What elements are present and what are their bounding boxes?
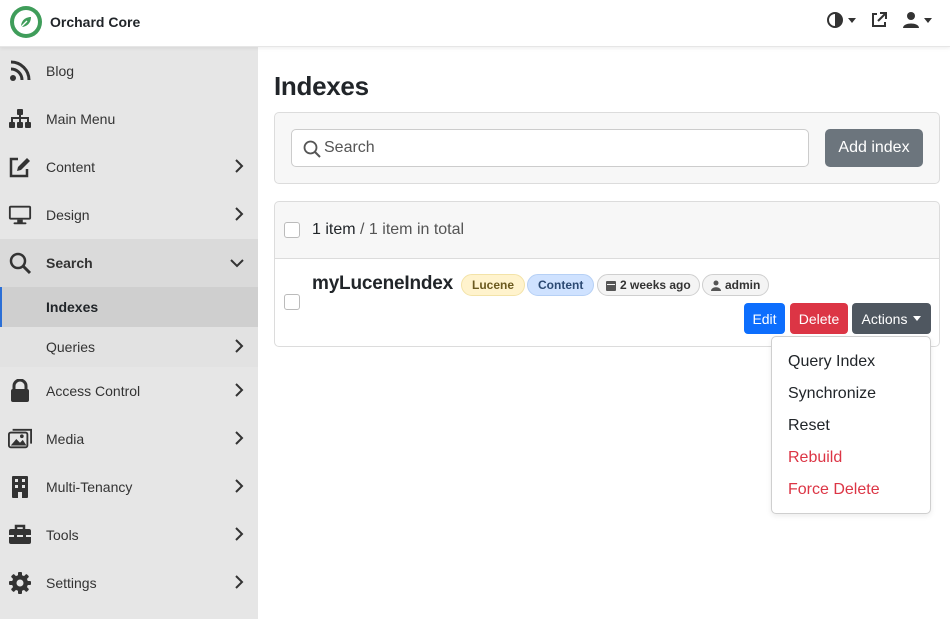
monitor-icon	[8, 203, 32, 227]
sidebar-item-queries[interactable]: Queries	[0, 327, 258, 367]
sidebar-item-label: Search	[46, 255, 93, 271]
sidebar-item-search[interactable]: Search	[0, 239, 258, 287]
menu-item-force-delete[interactable]: Force Delete	[772, 474, 930, 506]
rss-icon	[8, 59, 32, 83]
search-field[interactable]	[291, 129, 809, 167]
item-count: 1 item	[312, 221, 356, 238]
sidebar-item-settings[interactable]: Settings	[0, 559, 258, 607]
chevron-down-icon	[924, 17, 932, 23]
user-icon	[711, 280, 721, 291]
provider-badge: Lucene	[461, 274, 526, 296]
toolbox-icon	[8, 523, 32, 547]
date-badge: 2 weeks ago	[597, 274, 700, 296]
item-total: 1 item in total	[368, 221, 465, 238]
sidebar-item-label: Content	[46, 159, 96, 175]
building-icon	[8, 475, 32, 499]
row-checkbox[interactable]	[284, 294, 300, 310]
sidebar-item-content[interactable]: Content	[0, 143, 258, 191]
sidebar-item-label: Blog	[46, 63, 75, 79]
chevron-right-icon	[234, 159, 244, 178]
contrast-icon	[827, 12, 843, 28]
index-name: myLuceneIndex	[312, 273, 454, 294]
menu-item-rebuild[interactable]: Rebuild	[772, 442, 930, 474]
edit-icon	[8, 155, 32, 179]
orchard-logo	[10, 6, 42, 38]
images-icon	[8, 427, 32, 451]
edit-button[interactable]: Edit	[744, 303, 785, 334]
gear-icon	[8, 571, 32, 595]
sidebar-item-access-control[interactable]: Access Control	[0, 367, 258, 415]
lock-icon	[8, 379, 32, 403]
delete-button[interactable]: Delete	[790, 303, 848, 334]
user-text: admin	[725, 278, 761, 292]
sidebar-item-label: Multi-Tenancy	[46, 479, 133, 495]
main-content: Indexes Add index 1 item / 1 item in tot…	[258, 47, 950, 619]
chevron-right-icon	[234, 431, 244, 450]
sidebar-item-tools[interactable]: Tools	[0, 511, 258, 559]
chevron-right-icon	[234, 527, 244, 546]
search-icon	[8, 251, 32, 275]
sidebar-item-blog[interactable]: Blog	[0, 47, 258, 95]
sidebar-item-main-menu[interactable]: Main Menu	[0, 95, 258, 143]
user-badge: admin	[702, 274, 770, 296]
sidebar-item-label: Design	[46, 207, 90, 223]
page-title: Indexes	[274, 71, 369, 101]
date-text: 2 weeks ago	[620, 278, 691, 292]
actions-menu: Query Index Synchronize Reset Rebuild Fo…	[771, 336, 931, 514]
summary-text: 1 item / 1 item in total	[312, 221, 464, 239]
external-link-icon	[872, 12, 887, 27]
summary-separator: /	[355, 221, 369, 238]
visit-site-link[interactable]	[870, 11, 888, 29]
theme-toggle[interactable]	[826, 11, 856, 29]
sidebar-item-label: Tools	[46, 527, 79, 543]
select-all-checkbox[interactable]	[284, 222, 300, 238]
chevron-right-icon	[234, 383, 244, 402]
chevron-down-icon	[230, 255, 244, 273]
chevron-right-icon	[234, 207, 244, 226]
sidebar-item-label: Access Control	[46, 383, 141, 399]
app-name: Orchard Core	[50, 14, 141, 30]
list-summary: 1 item / 1 item in total	[274, 201, 940, 259]
user-menu[interactable]	[902, 11, 932, 29]
sidebar-item-media[interactable]: Media	[0, 415, 258, 463]
sidebar-item-label: Media	[46, 431, 85, 447]
menu-item-query-index[interactable]: Query Index	[772, 346, 930, 378]
sidebar: Blog Main Menu Content Design Search Ind…	[0, 47, 258, 619]
sidebar-item-indexes[interactable]: Indexes	[0, 287, 258, 327]
menu-item-reset[interactable]: Reset	[772, 410, 930, 442]
sidebar-item-label: Main Menu	[46, 111, 116, 127]
sidebar-item-multi-tenancy[interactable]: Multi-Tenancy	[0, 463, 258, 511]
list-item: myLuceneIndex Lucene Content 2 weeks ago…	[274, 258, 940, 347]
sidebar-item-label: Indexes	[46, 299, 99, 315]
search-icon	[303, 140, 321, 163]
type-badge: Content	[527, 274, 595, 296]
sidebar-item-label: Settings	[46, 575, 97, 591]
chevron-right-icon	[234, 339, 244, 358]
caret-down-icon	[913, 316, 922, 321]
calendar-icon	[606, 280, 616, 291]
add-index-button[interactable]: Add index	[825, 129, 923, 167]
actions-label: Actions	[861, 310, 908, 327]
search-input[interactable]	[324, 130, 794, 166]
actions-dropdown-button[interactable]: Actions	[852, 303, 931, 334]
sidebar-item-design[interactable]: Design	[0, 191, 258, 239]
chevron-right-icon	[234, 575, 244, 594]
menu-item-synchronize[interactable]: Synchronize	[772, 378, 930, 410]
filter-card: Add index	[274, 112, 940, 184]
sitemap-icon	[8, 107, 32, 131]
sidebar-item-label: Queries	[46, 339, 96, 355]
top-navbar: Orchard Core	[0, 0, 950, 47]
chevron-right-icon	[234, 479, 244, 498]
user-icon	[903, 12, 919, 28]
brand[interactable]: Orchard Core	[10, 6, 140, 38]
chevron-down-icon	[848, 17, 856, 23]
